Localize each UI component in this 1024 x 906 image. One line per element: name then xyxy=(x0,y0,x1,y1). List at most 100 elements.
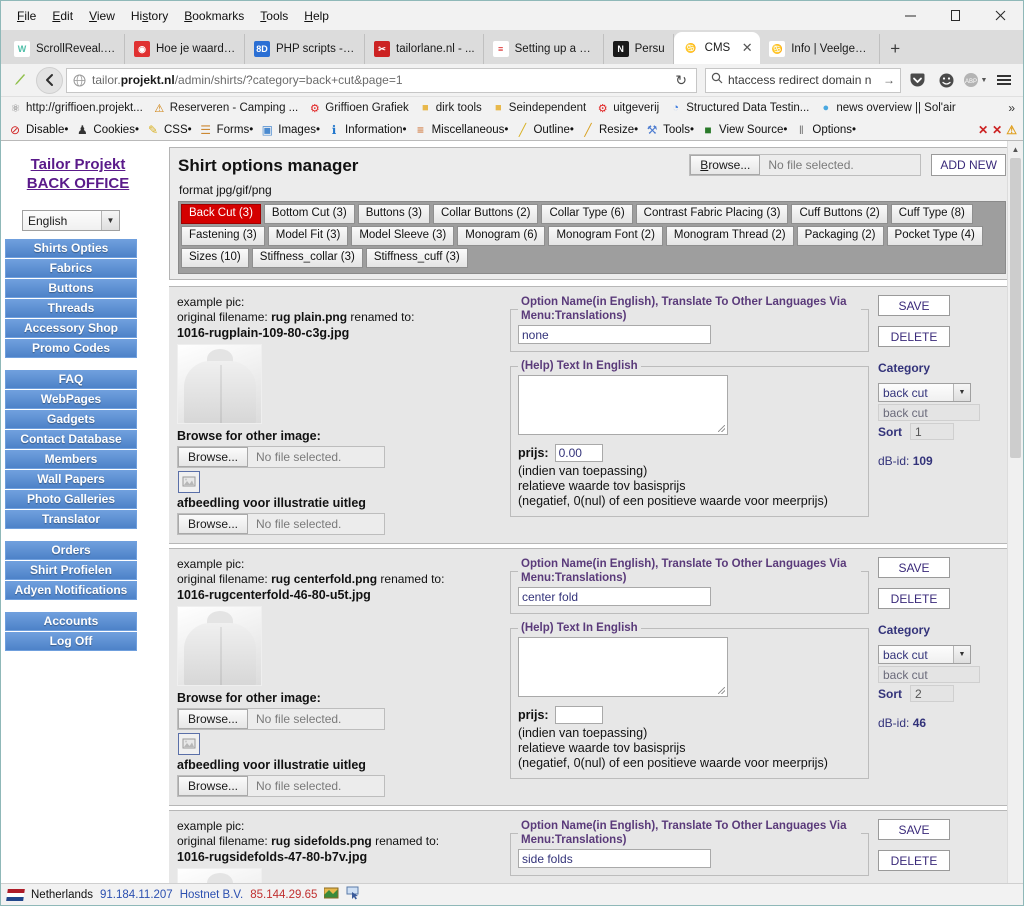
pocket-icon[interactable] xyxy=(904,67,930,93)
image-preview-button[interactable] xyxy=(178,471,200,493)
menu-view[interactable]: View xyxy=(81,7,123,25)
error-badge-2[interactable]: ✕ xyxy=(992,123,1002,137)
adblock-plus-icon[interactable]: ABP ▼ xyxy=(962,67,988,93)
header-file-chooser[interactable]: Browse... No file selected. xyxy=(689,154,922,176)
close-icon[interactable] xyxy=(978,1,1023,30)
tab-close-icon[interactable]: ✕ xyxy=(738,39,756,57)
devbar-item-8[interactable]: ╱ Resize• xyxy=(578,122,641,138)
option-tab-buttons-3-[interactable]: Buttons (3) xyxy=(357,204,430,224)
devbar-item-11[interactable]: ‖ Options• xyxy=(791,122,859,138)
menu-file[interactable]: File xyxy=(9,7,44,25)
browser-tab-0[interactable]: W ScrollReveal.js ... xyxy=(5,34,125,64)
help-text-textarea[interactable] xyxy=(518,637,728,697)
sidebar-item-members[interactable]: Members xyxy=(5,450,137,469)
sidebar-item-buttons[interactable]: Buttons xyxy=(5,279,137,298)
sidebar-item-wall-papers[interactable]: Wall Papers xyxy=(5,470,137,489)
sidebar-item-translator[interactable]: Translator xyxy=(5,510,137,529)
add-new-button[interactable]: ADD NEW xyxy=(931,154,1006,176)
sidebar-item-adyen-notifications[interactable]: Adyen Notifications xyxy=(5,581,137,600)
hamburger-menu-icon[interactable] xyxy=(991,67,1017,93)
sidebar-item-accounts[interactable]: Accounts xyxy=(5,612,137,631)
sort-value[interactable]: 2 xyxy=(910,685,954,702)
browser-tab-6[interactable]: ♋ CMS ✕ xyxy=(673,32,761,64)
save-button[interactable]: SAVE xyxy=(878,557,950,578)
category-select[interactable]: back cut ▼ xyxy=(878,645,971,664)
bookmark-item-6[interactable]: ◔ Structured Data Testin... xyxy=(665,101,813,116)
image-preview-button[interactable] xyxy=(178,733,200,755)
devbar-item-7[interactable]: ╱ Outline• xyxy=(512,122,576,138)
devbar-item-9[interactable]: ⚒ Tools• xyxy=(642,122,697,138)
search-bar[interactable]: htaccess redirect domain n → xyxy=(705,67,901,93)
smiley-icon[interactable] xyxy=(933,67,959,93)
sidebar-item-shirts-opties[interactable]: Shirts Opties xyxy=(5,239,137,258)
record-illustration-file-chooser[interactable]: Browse... No file selected. xyxy=(177,513,385,535)
delete-button[interactable]: DELETE xyxy=(878,588,950,609)
devbar-item-3[interactable]: ☰ Forms• xyxy=(196,122,257,138)
bookmark-item-2[interactable]: ⚙ Griffioen Grafiek xyxy=(304,101,413,116)
option-name-input[interactable]: side folds xyxy=(518,849,711,868)
option-tab-bottom-cut-3-[interactable]: Bottom Cut (3) xyxy=(263,204,355,224)
option-tab-collar-type-6-[interactable]: Collar Type (6) xyxy=(541,204,633,224)
sort-value[interactable]: 1 xyxy=(910,423,954,440)
browser-tab-4[interactable]: ≡ Setting up a p... xyxy=(484,34,604,64)
bookmark-item-3[interactable]: ■ dirk tools xyxy=(415,101,486,116)
brand-logo[interactable]: Tailor Projekt BACK OFFICE xyxy=(1,155,155,193)
scroll-up-icon[interactable]: ▲ xyxy=(1008,141,1024,157)
save-button[interactable]: SAVE xyxy=(878,295,950,316)
option-tab-stiffness-cuff-3-[interactable]: Stiffness_cuff (3) xyxy=(365,248,468,268)
option-name-input[interactable]: none xyxy=(518,325,711,344)
header-browse-button[interactable]: Browse... xyxy=(690,155,761,175)
sidebar-item-threads[interactable]: Threads xyxy=(5,299,137,318)
record-browse-button[interactable]: Browse... xyxy=(178,447,249,467)
bookmark-item-5[interactable]: ⚙ uitgeverij xyxy=(592,101,663,116)
bookmark-item-0[interactable]: ⚛ http://griffioen.projekt... xyxy=(5,101,147,116)
sidebar-item-photo-galleries[interactable]: Photo Galleries xyxy=(5,490,137,509)
menu-help[interactable]: Help xyxy=(296,7,337,25)
record-illustration-file-chooser[interactable]: Browse... No file selected. xyxy=(177,775,385,797)
option-tab-fastening-3-[interactable]: Fastening (3) xyxy=(181,226,265,246)
flag-map-icon[interactable] xyxy=(323,886,339,903)
menu-bookmarks[interactable]: Bookmarks xyxy=(176,7,252,25)
option-tab-back-cut-3-[interactable]: Back Cut (3) xyxy=(181,204,261,224)
sidebar-item-shirt-profielen[interactable]: Shirt Profielen xyxy=(5,561,137,580)
minimize-icon[interactable] xyxy=(888,1,933,30)
devbar-item-5[interactable]: ℹ Information• xyxy=(324,122,410,138)
option-tab-model-sleeve-3-[interactable]: Model Sleeve (3) xyxy=(351,226,455,246)
warning-badge[interactable]: ⚠ xyxy=(1006,123,1017,137)
record-image-file-chooser[interactable]: Browse... No file selected. xyxy=(177,446,385,468)
error-badge-1[interactable]: ✕ xyxy=(978,123,988,137)
option-name-input[interactable]: center fold xyxy=(518,587,711,606)
scrollbar-thumb[interactable] xyxy=(1010,158,1021,458)
devbar-item-10[interactable]: ■ View Source• xyxy=(698,122,790,138)
option-tab-stiffness-collar-3-[interactable]: Stiffness_collar (3) xyxy=(251,248,363,268)
sidebar-item-gadgets[interactable]: Gadgets xyxy=(5,410,137,429)
page-scrollbar[interactable]: ▲ xyxy=(1007,141,1023,883)
delete-button[interactable]: DELETE xyxy=(878,850,950,871)
browser-tab-2[interactable]: 8D PHP scripts - P... xyxy=(245,34,365,64)
reload-icon[interactable]: ↻ xyxy=(670,72,692,89)
bookmark-item-1[interactable]: ⚠ Reserveren - Camping ... xyxy=(149,101,302,116)
sidebar-item-fabrics[interactable]: Fabrics xyxy=(5,259,137,278)
option-tab-contrast-fabric-placing-3-[interactable]: Contrast Fabric Placing (3) xyxy=(635,204,789,224)
help-text-textarea[interactable] xyxy=(518,375,728,435)
sidebar-item-accessory-shop[interactable]: Accessory Shop xyxy=(5,319,137,338)
browser-tab-5[interactable]: N Persu xyxy=(604,34,674,64)
option-tab-monogram-6-[interactable]: Monogram (6) xyxy=(457,226,546,246)
option-tab-pocket-type-4-[interactable]: Pocket Type (4) xyxy=(886,226,983,246)
bookmark-item-7[interactable]: ● news overview || Sol'air xyxy=(815,101,959,116)
browser-tab-1[interactable]: ◉ Hoe je waarde ... xyxy=(125,34,245,64)
menu-tools[interactable]: Tools xyxy=(252,7,296,25)
illustration-browse-button[interactable]: Browse... xyxy=(178,514,249,534)
menu-edit[interactable]: Edit xyxy=(44,7,81,25)
bookmark-item-4[interactable]: ■ Seindependent xyxy=(488,101,590,116)
option-tab-sizes-10-[interactable]: Sizes (10) xyxy=(181,248,249,268)
record-image-file-chooser[interactable]: Browse... No file selected. xyxy=(177,708,385,730)
search-input[interactable]: htaccess redirect domain n xyxy=(728,73,878,87)
maximize-icon[interactable] xyxy=(933,1,978,30)
bookmarks-overflow-icon[interactable]: » xyxy=(1008,101,1019,115)
prijs-input[interactable]: 0.00 xyxy=(554,444,603,462)
devbar-item-1[interactable]: ♟ Cookies• xyxy=(72,122,142,138)
devbar-item-0[interactable]: ⊘ Disable• xyxy=(5,122,71,138)
cursor-icon[interactable] xyxy=(346,886,360,903)
sidebar-item-orders[interactable]: Orders xyxy=(5,541,137,560)
